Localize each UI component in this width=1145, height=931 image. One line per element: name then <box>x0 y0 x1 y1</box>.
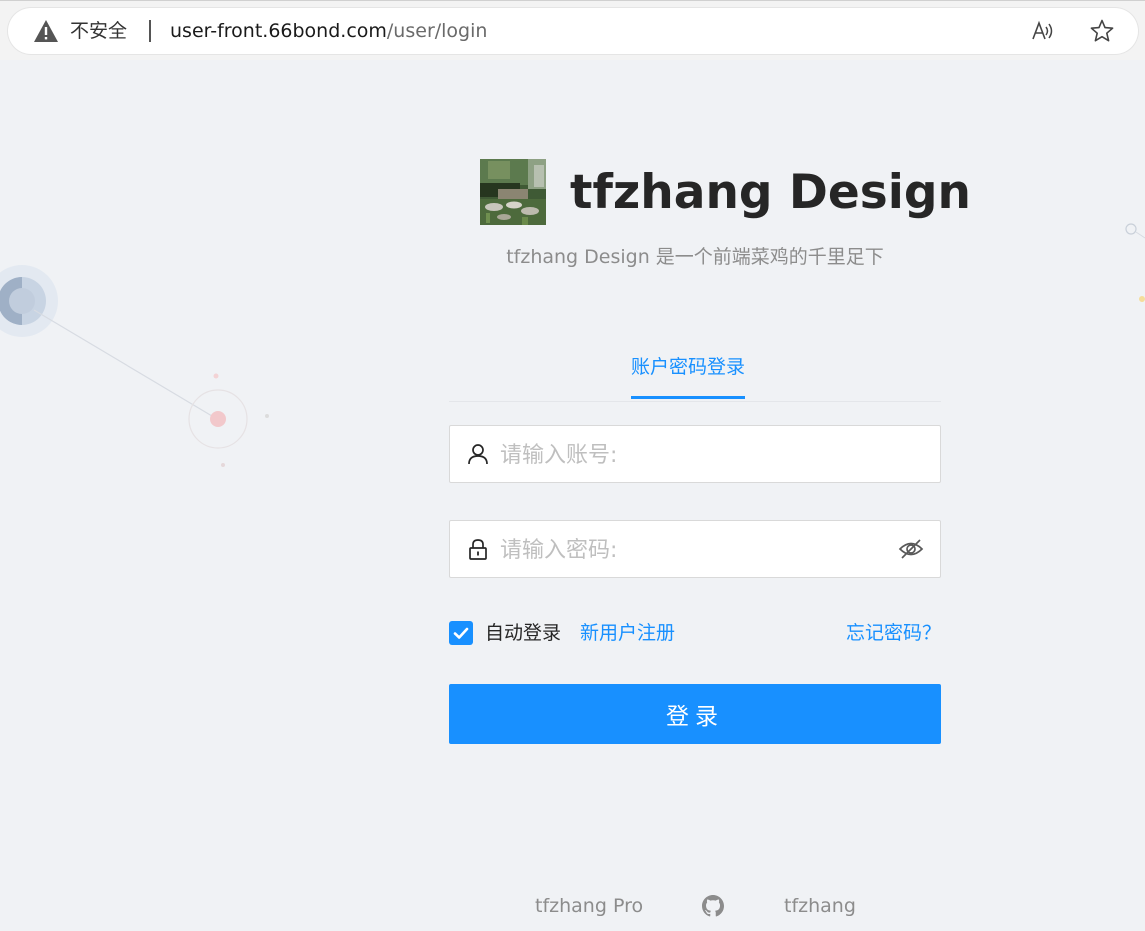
footer-link-pro[interactable]: tfzhang Pro <box>535 893 643 919</box>
account-input[interactable] <box>498 436 902 474</box>
login-tabs: 账户密码登录 <box>449 345 941 402</box>
page-subtitle: tfzhang Design 是一个前端菜鸡的千里足下 <box>506 246 884 268</box>
register-link[interactable]: 新用户注册 <box>580 620 675 646</box>
auto-login-label[interactable]: 自动登录 <box>485 620 561 646</box>
favorite-star-icon[interactable] <box>1089 18 1115 44</box>
auto-login-checkbox[interactable] <box>449 621 473 645</box>
url-host: user-front.66bond.com <box>170 20 387 42</box>
warning-icon[interactable] <box>33 19 59 43</box>
lock-icon <box>469 539 487 560</box>
user-icon <box>468 444 488 465</box>
login-button[interactable]: 登录 <box>449 684 941 744</box>
security-status-label[interactable]: 不安全 <box>70 19 127 43</box>
footer-link-author[interactable]: tfzhang <box>784 893 856 919</box>
password-input[interactable] <box>498 531 902 569</box>
logo-image <box>480 159 546 225</box>
account-input-wrapper[interactable] <box>449 425 941 483</box>
browser-toolbar: 不安全 user-front.66bond.com/user/login <box>0 0 1145 60</box>
check-icon <box>453 627 469 639</box>
page-title: tfzhang Design <box>570 165 971 220</box>
forgot-password-link[interactable]: 忘记密码？ <box>846 620 941 646</box>
brand-logo <box>480 159 546 225</box>
address-bar[interactable]: 不安全 user-front.66bond.com/user/login <box>8 8 1138 54</box>
url-text[interactable]: user-front.66bond.com/user/login <box>170 19 487 43</box>
tab-account-password-login[interactable]: 账户密码登录 <box>631 353 746 399</box>
address-divider <box>149 20 151 42</box>
read-aloud-icon[interactable] <box>1030 18 1056 44</box>
password-input-wrapper[interactable] <box>449 520 941 578</box>
github-icon[interactable] <box>702 895 724 917</box>
eye-invisible-icon[interactable] <box>898 537 924 561</box>
url-path: /user/login <box>386 20 488 42</box>
